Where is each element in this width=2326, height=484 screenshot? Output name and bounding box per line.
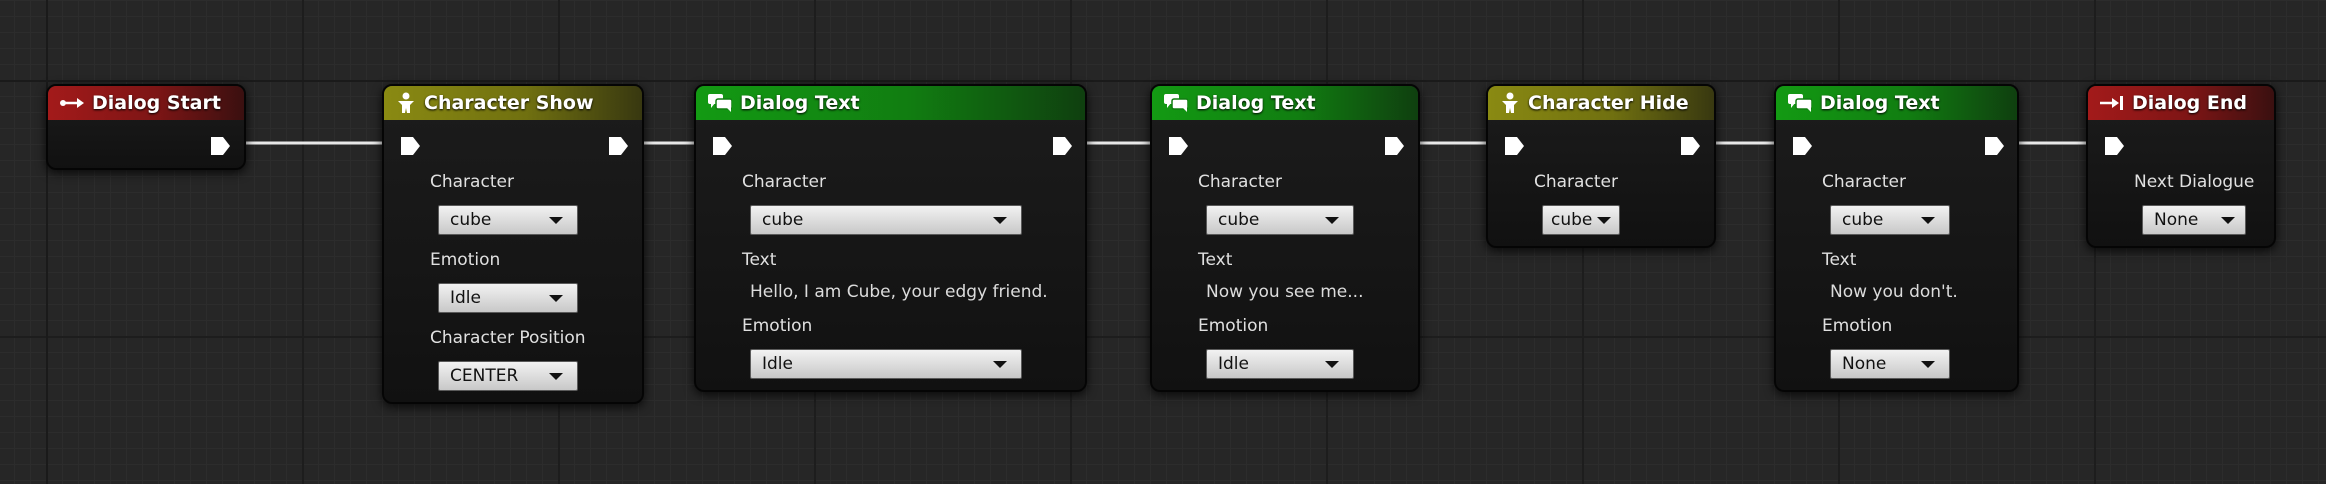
character-label: Character: [1198, 172, 1282, 192]
flow-end-icon: [2100, 95, 2124, 111]
emotion-dropdown[interactable]: Idle: [1206, 349, 1354, 379]
dropdown-value: None: [1842, 354, 1887, 374]
dialog-text-value[interactable]: Now you don't.: [1830, 282, 1958, 302]
node-header: Dialog Start: [48, 86, 244, 120]
flow-start-icon: [60, 96, 84, 110]
dropdown-arrow-icon: [993, 216, 1007, 224]
exec-input-pin[interactable]: [1792, 136, 1814, 156]
node-title: Character Show: [424, 92, 594, 114]
character-dropdown[interactable]: cube: [1830, 205, 1950, 235]
speech-bubbles-icon: [708, 94, 732, 112]
dialog-text-node[interactable]: Dialog Text Character cube Text Now you …: [1774, 84, 2019, 392]
exec-output-pin[interactable]: [210, 136, 232, 156]
exec-input-pin[interactable]: [2104, 136, 2126, 156]
dropdown-value: Idle: [762, 354, 793, 374]
exec-input-pin[interactable]: [712, 136, 734, 156]
dropdown-arrow-icon: [993, 360, 1007, 368]
dropdown-arrow-icon: [1325, 216, 1339, 224]
node-title: Dialog Start: [92, 92, 221, 114]
node-title: Character Hide: [1528, 92, 1689, 114]
exec-output-pin[interactable]: [1984, 136, 2006, 156]
speech-bubbles-icon: [1164, 94, 1188, 112]
dropdown-arrow-icon: [1921, 216, 1935, 224]
character-label: Character: [430, 172, 514, 192]
emotion-dropdown[interactable]: None: [1830, 349, 1950, 379]
node-header: Dialog End: [2088, 86, 2274, 120]
exec-output-pin[interactable]: [1384, 136, 1406, 156]
character-icon: [396, 92, 416, 114]
dropdown-arrow-icon: [2221, 216, 2235, 224]
dialog-text-node[interactable]: Dialog Text Character cube Text Hello, I…: [694, 84, 1087, 392]
node-title: Dialog Text: [740, 92, 860, 114]
dropdown-value: CENTER: [450, 366, 519, 386]
dialog-text-value[interactable]: Hello, I am Cube, your edgy friend.: [750, 282, 1048, 302]
character-position-label: Character Position: [430, 328, 586, 348]
emotion-label: Emotion: [1822, 316, 1893, 336]
character-dropdown[interactable]: cube: [1206, 205, 1354, 235]
dialog-end-node[interactable]: Dialog End Next Dialogue None: [2086, 84, 2276, 248]
text-label: Text: [1822, 250, 1857, 270]
text-label: Text: [1198, 250, 1233, 270]
exec-input-pin[interactable]: [1504, 136, 1526, 156]
dropdown-value: cube: [1551, 210, 1593, 230]
dropdown-value: Idle: [1218, 354, 1249, 374]
text-label: Text: [742, 250, 777, 270]
dropdown-value: Idle: [450, 288, 481, 308]
emotion-label: Emotion: [430, 250, 501, 270]
dropdown-value: cube: [762, 210, 804, 230]
character-position-dropdown[interactable]: CENTER: [438, 361, 578, 391]
dropdown-value: cube: [450, 210, 492, 230]
emotion-dropdown[interactable]: Idle: [750, 349, 1022, 379]
node-header: Character Show: [384, 86, 642, 120]
dialog-text-node[interactable]: Dialog Text Character cube Text Now you …: [1150, 84, 1420, 392]
dropdown-value: None: [2154, 210, 2199, 230]
character-label: Character: [1822, 172, 1906, 192]
exec-output-pin[interactable]: [1680, 136, 1702, 156]
exec-input-pin[interactable]: [1168, 136, 1190, 156]
dropdown-arrow-icon: [1325, 360, 1339, 368]
exec-output-pin[interactable]: [1052, 136, 1074, 156]
emotion-label: Emotion: [1198, 316, 1269, 336]
character-dropdown[interactable]: cube: [1542, 205, 1620, 235]
node-header: Dialog Text: [1152, 86, 1418, 120]
character-label: Character: [1534, 172, 1618, 192]
node-header: Dialog Text: [696, 86, 1085, 120]
dropdown-arrow-icon: [1597, 216, 1611, 224]
character-hide-node[interactable]: Character Hide Character cube: [1486, 84, 1716, 248]
dialog-text-value[interactable]: Now you see me...: [1206, 282, 1363, 302]
character-dropdown[interactable]: cube: [750, 205, 1022, 235]
speech-bubbles-icon: [1788, 94, 1812, 112]
dropdown-value: cube: [1218, 210, 1260, 230]
node-header: Dialog Text: [1776, 86, 2017, 120]
node-title: Dialog Text: [1820, 92, 1940, 114]
dropdown-arrow-icon: [549, 216, 563, 224]
next-dialogue-dropdown[interactable]: None: [2142, 205, 2246, 235]
character-dropdown[interactable]: cube: [438, 205, 578, 235]
node-title: Dialog End: [2132, 92, 2247, 114]
exec-output-pin[interactable]: [608, 136, 630, 156]
emotion-label: Emotion: [742, 316, 813, 336]
character-show-node[interactable]: Character Show Character cube Emotion Id…: [382, 84, 644, 404]
character-label: Character: [742, 172, 826, 192]
emotion-dropdown[interactable]: Idle: [438, 283, 578, 313]
next-dialogue-label: Next Dialogue: [2134, 172, 2255, 192]
dialog-start-node[interactable]: Dialog Start: [46, 84, 246, 170]
dropdown-arrow-icon: [1921, 360, 1935, 368]
node-title: Dialog Text: [1196, 92, 1316, 114]
dropdown-arrow-icon: [549, 372, 563, 380]
character-icon: [1500, 92, 1520, 114]
dropdown-value: cube: [1842, 210, 1884, 230]
node-header: Character Hide: [1488, 86, 1714, 120]
exec-input-pin[interactable]: [400, 136, 422, 156]
dropdown-arrow-icon: [549, 294, 563, 302]
